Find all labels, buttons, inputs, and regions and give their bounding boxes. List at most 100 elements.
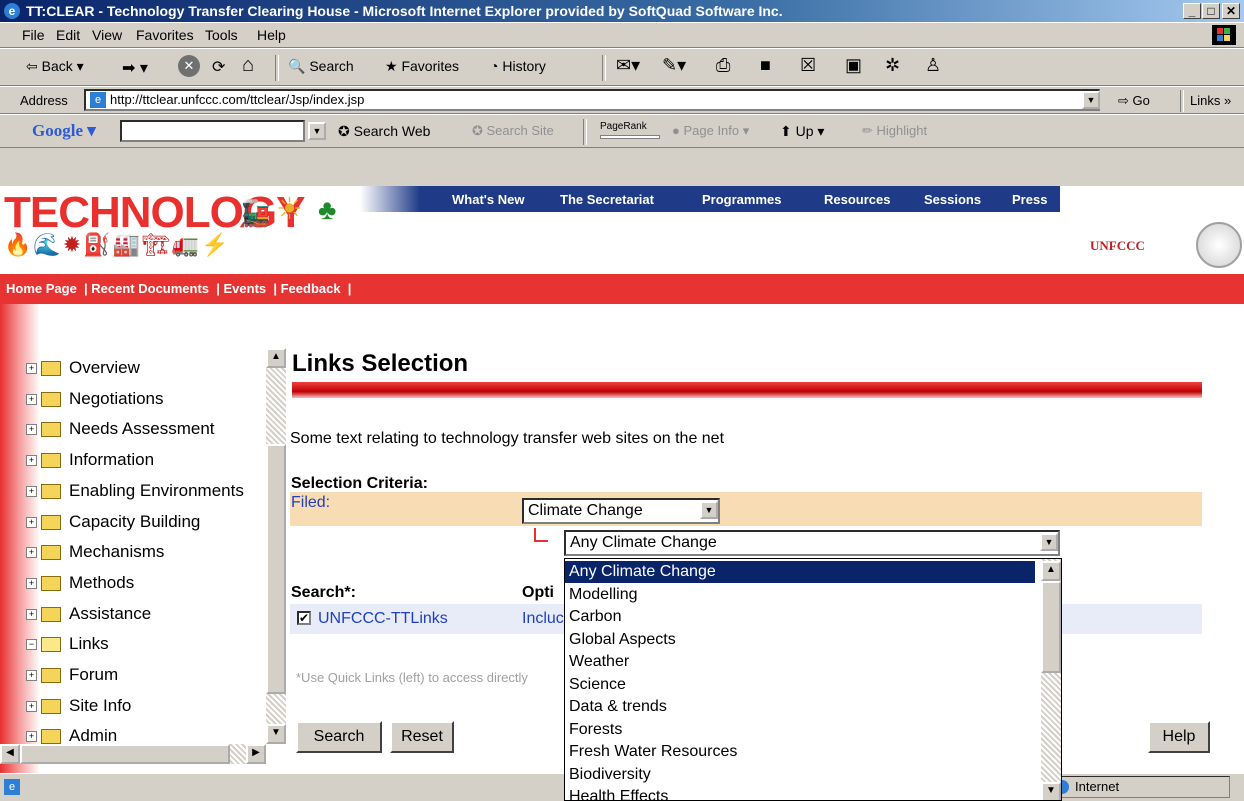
address-input[interactable]: e http://ttclear.unfccc.com/ttclear/Jsp/… (84, 89, 1100, 111)
field-select[interactable]: Climate Change ▼ (522, 498, 720, 524)
menu-help[interactable]: Help (257, 27, 286, 43)
dropdown-scroll-down-icon[interactable]: ▼ (1041, 782, 1061, 800)
sidebar-item-overview[interactable]: + Overview (26, 358, 140, 378)
page-info-button[interactable]: ● Page Info ▾ (672, 123, 749, 139)
messenger-icon[interactable]: ☒ (800, 55, 816, 76)
nav-secretariat[interactable]: The Secretariat (560, 192, 654, 207)
help-button[interactable]: Help (1148, 721, 1210, 753)
forward-button[interactable]: ➡ ▾ (122, 58, 148, 78)
sub-navigation[interactable]: Home Page | Recent Documents | Events | … (0, 274, 1244, 304)
sidebar-item-information[interactable]: + Information (26, 450, 154, 470)
sidebar-item-site-info[interactable]: + Site Info (26, 696, 131, 716)
search-web-button[interactable]: ✪ Search Web (338, 123, 430, 140)
dropdown-option[interactable]: Data & trends (565, 696, 1035, 718)
dropdown-option[interactable]: Forests (565, 719, 1035, 741)
calculator-icon[interactable]: ▣ (845, 55, 862, 76)
search-button[interactable]: Search (296, 721, 382, 753)
sidebar-item-negotiations[interactable]: + Negotiations (26, 389, 164, 409)
dropdown-option[interactable]: Weather (565, 651, 1035, 673)
dropdown-option[interactable]: Biodiversity (565, 764, 1035, 786)
sidebar-vertical-scrollbar[interactable]: ▲ ▼ (266, 348, 286, 744)
address-label: Address (20, 93, 68, 108)
subcategory-dropdown-icon[interactable]: ▼ (1040, 533, 1058, 551)
maximize-button[interactable]: □ (1202, 3, 1220, 19)
sidebar-item-needs-assessment[interactable]: + Needs Assessment (26, 419, 215, 439)
dropdown-option[interactable]: Global Aspects (565, 629, 1035, 651)
search-site-button[interactable]: ✪ Search Site (472, 123, 554, 139)
subcategory-dropdown-list[interactable]: Any Climate Change Modelling Carbon Global … (564, 558, 1062, 801)
dropdown-scroll-up-icon[interactable]: ▲ (1041, 561, 1061, 581)
nav-press[interactable]: Press (1012, 192, 1047, 207)
menu-edit[interactable]: Edit (56, 27, 80, 43)
sidebar-horizontal-scrollbar[interactable]: ◀ ▶ (0, 744, 266, 764)
unfccc-links-label[interactable]: UNFCCC-TTLinks (318, 610, 448, 628)
google-dropdown-icon[interactable]: ▼ (308, 122, 326, 140)
search-label: Search*: (291, 584, 356, 601)
sidebar-scroll-thumb[interactable] (266, 444, 286, 694)
dropdown-option[interactable]: Modelling (565, 584, 1035, 606)
stop-icon[interactable]: ✕ (178, 55, 200, 77)
highlight-button[interactable]: ✏ Highlight (862, 123, 927, 139)
dropdown-scroll-thumb[interactable] (1041, 581, 1061, 673)
nav-whats-new[interactable]: What's New (452, 192, 524, 207)
quick-links-note: *Use Quick Links (left) to access direct… (296, 670, 528, 685)
refresh-icon[interactable]: ⟳ (212, 57, 225, 77)
dropdown-option[interactable]: Science (565, 674, 1035, 696)
back-button[interactable]: ⇦ Back ▾ (26, 58, 84, 75)
sidebar-item-admin[interactable]: + Admin (26, 726, 117, 746)
sidebar-item-methods[interactable]: + Methods (26, 573, 134, 593)
address-dropdown-icon[interactable]: ▼ (1082, 91, 1100, 109)
nav-resources[interactable]: Resources (824, 192, 890, 207)
mail-icon[interactable]: ✉▾ (616, 55, 640, 76)
sidebar-item-enabling-environments[interactable]: + Enabling Environments (26, 481, 244, 501)
dropdown-option[interactable]: Any Climate Change (565, 560, 1036, 584)
edit-icon[interactable]: ✎▾ (662, 55, 686, 76)
open-folder-icon (41, 637, 61, 653)
scroll-down-icon[interactable]: ▼ (266, 724, 286, 744)
nav-sessions[interactable]: Sessions (924, 192, 981, 207)
folder-icon (41, 699, 61, 715)
favorites-toolbar-button[interactable]: ★ Favorites (385, 58, 459, 75)
menu-tools[interactable]: Tools (205, 27, 238, 43)
unfccc-logo: UNFCCC (1090, 238, 1145, 253)
sidebar-item-capacity-building[interactable]: + Capacity Building (26, 512, 200, 532)
links-button[interactable]: Links » (1190, 93, 1231, 108)
sidebar-item-mechanisms[interactable]: + Mechanisms (26, 542, 164, 562)
home-icon[interactable]: ⌂ (242, 54, 254, 77)
field-select-dropdown-icon[interactable]: ▼ (700, 501, 718, 519)
scroll-left-icon[interactable]: ◀ (0, 744, 20, 764)
folder-icon (41, 453, 61, 469)
globe-icon[interactable]: ✲ (885, 55, 900, 76)
scroll-right-icon[interactable]: ▶ (246, 744, 266, 764)
dropdown-option[interactable]: Health Effects (565, 786, 1035, 800)
sub-branch-connector (534, 528, 548, 542)
menu-favorites[interactable]: Favorites (136, 27, 194, 43)
dropdown-option[interactable]: Carbon (565, 606, 1035, 628)
sidebar-item-forum[interactable]: + Forum (26, 665, 118, 685)
close-button[interactable]: ✕ (1222, 3, 1240, 19)
page-title: Links Selection (292, 350, 469, 377)
reset-button[interactable]: Reset (390, 721, 454, 753)
google-logo[interactable]: Google ▾ (32, 121, 96, 141)
print-icon[interactable]: ⎙ (716, 55, 730, 76)
scroll-up-icon[interactable]: ▲ (266, 348, 286, 368)
sidebar-hscroll-thumb[interactable] (20, 744, 230, 764)
minimize-button[interactable]: _ (1183, 3, 1201, 19)
google-search-input[interactable] (120, 120, 305, 142)
intro-text: Some text relating to technology transfe… (290, 430, 725, 447)
dropdown-scrollbar[interactable]: ▲ ▼ (1041, 559, 1061, 800)
sidebar-item-links[interactable]: − Links (26, 634, 109, 654)
up-button[interactable]: ⬆ Up ▾ (780, 123, 824, 140)
go-button[interactable]: ⇨ Go (1118, 93, 1150, 109)
subcategory-select[interactable]: Any Climate Change ▼ (564, 530, 1060, 556)
dropdown-option[interactable]: Fresh Water Resources (565, 741, 1035, 763)
nav-programmes[interactable]: Programmes (702, 192, 781, 207)
sidebar-item-assistance[interactable]: + Assistance (26, 604, 151, 624)
history-toolbar-button[interactable]: ◔ History (490, 58, 546, 74)
search-toolbar-button[interactable]: 🔍 Search (288, 58, 354, 75)
discuss-icon[interactable]: ■ (760, 55, 771, 76)
menu-file[interactable]: File (22, 27, 45, 43)
unfccc-links-checkbox[interactable]: ✔ (297, 611, 311, 625)
user-icon[interactable]: ♙ (925, 55, 941, 76)
menu-view[interactable]: View (92, 27, 122, 43)
